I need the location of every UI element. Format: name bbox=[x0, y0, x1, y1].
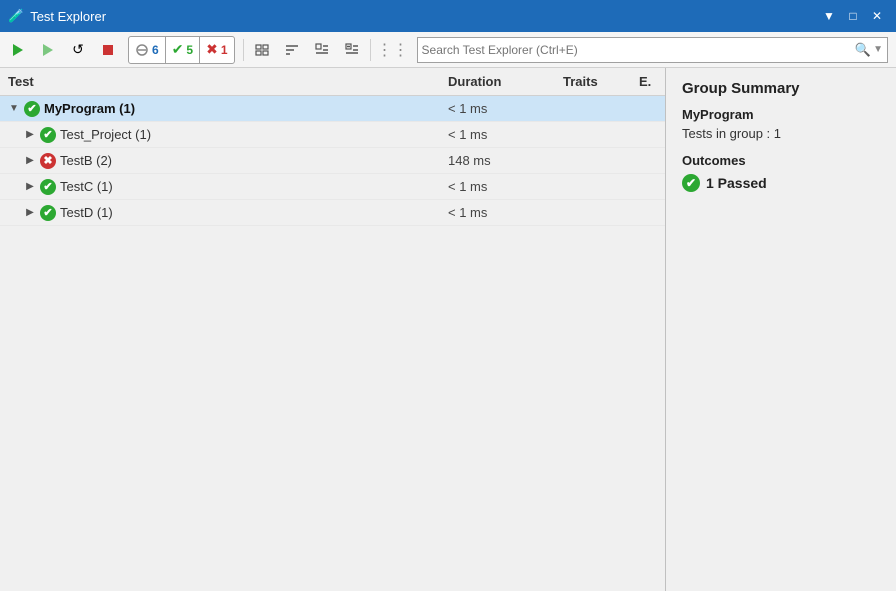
close-button[interactable]: ✕ bbox=[866, 5, 888, 27]
sort-button[interactable] bbox=[278, 36, 306, 64]
row-traits bbox=[555, 133, 635, 137]
title-bar: 🧪 Test Explorer ▼ □ ✕ bbox=[0, 0, 896, 32]
main-area: Test Duration Traits E. ▼ ✔ MyProgram (1… bbox=[0, 68, 896, 591]
expand-arrow[interactable]: ▶ bbox=[24, 129, 36, 141]
row-test-cell: ▶ ✔ TestD (1) bbox=[0, 203, 440, 223]
col-traits-header: Traits bbox=[555, 70, 635, 93]
run-selected-button[interactable] bbox=[34, 36, 62, 64]
col-e-header: E. bbox=[635, 70, 665, 93]
status-icon-pass: ✔ bbox=[40, 179, 56, 195]
test-name: TestC (1) bbox=[60, 179, 113, 194]
row-test-cell: ▶ ✖ TestB (2) bbox=[0, 151, 440, 171]
run-all-button[interactable] bbox=[4, 36, 32, 64]
outcomes-label: Outcomes bbox=[682, 153, 880, 168]
search-icon: 🔍 bbox=[855, 42, 871, 58]
col-duration-header: Duration bbox=[440, 70, 555, 93]
search-dropdown-icon[interactable]: ▼ bbox=[873, 44, 883, 55]
test-name: TestB (2) bbox=[60, 153, 112, 168]
summary-tests: Tests in group : 1 bbox=[682, 126, 880, 141]
row-traits bbox=[555, 107, 635, 111]
summary-program: MyProgram bbox=[682, 107, 880, 122]
row-test-cell: ▶ ✔ TestC (1) bbox=[0, 177, 440, 197]
row-e bbox=[635, 133, 665, 137]
minimize-button[interactable]: ▼ bbox=[818, 5, 840, 27]
pass-filter-button[interactable]: ✔ 5 bbox=[166, 37, 200, 63]
row-e bbox=[635, 185, 665, 189]
status-icon-pass: ✔ bbox=[24, 101, 40, 117]
collapse-button[interactable] bbox=[338, 36, 366, 64]
row-traits bbox=[555, 211, 635, 215]
outcome-passed-label: 1 Passed bbox=[706, 175, 767, 191]
expand-arrow[interactable]: ▼ bbox=[8, 103, 20, 115]
filter-group: 6 ✔ 5 ✖ 1 bbox=[128, 36, 235, 64]
separator-1 bbox=[243, 39, 244, 61]
status-icon-fail: ✖ bbox=[40, 153, 56, 169]
row-test-cell: ▼ ✔ MyProgram (1) bbox=[0, 99, 440, 119]
more-icon: ⋮⋮ bbox=[375, 40, 411, 60]
all-count: 6 bbox=[152, 43, 159, 57]
table-row[interactable]: ▼ ✔ MyProgram (1) < 1 ms bbox=[0, 96, 665, 122]
outcome-item: ✔ 1 Passed bbox=[682, 174, 880, 192]
rerun-button[interactable]: ↺ bbox=[64, 36, 92, 64]
test-header: Test Duration Traits E. bbox=[0, 68, 665, 96]
test-list: ▼ ✔ MyProgram (1) < 1 ms ▶ ✔ Test_Projec… bbox=[0, 96, 665, 591]
group-button[interactable] bbox=[248, 36, 276, 64]
row-test-cell: ▶ ✔ Test_Project (1) bbox=[0, 125, 440, 145]
row-duration: < 1 ms bbox=[440, 125, 555, 144]
expand-arrow[interactable]: ▶ bbox=[24, 155, 36, 167]
title-bar-controls: ▼ □ ✕ bbox=[818, 5, 888, 27]
table-row[interactable]: ▶ ✔ TestD (1) < 1 ms bbox=[0, 200, 665, 226]
row-duration: 148 ms bbox=[440, 151, 555, 170]
row-duration: < 1 ms bbox=[440, 203, 555, 222]
row-duration: < 1 ms bbox=[440, 177, 555, 196]
row-duration: < 1 ms bbox=[440, 99, 555, 118]
title-bar-title: Test Explorer bbox=[30, 9, 106, 24]
table-row[interactable]: ▶ ✔ TestC (1) < 1 ms bbox=[0, 174, 665, 200]
stop-button[interactable] bbox=[94, 36, 122, 64]
col-test-header: Test bbox=[0, 70, 440, 93]
row-traits bbox=[555, 185, 635, 189]
title-bar-left: 🧪 Test Explorer bbox=[8, 8, 106, 24]
toolbar: ↺ 6 ✔ 5 ✖ 1 bbox=[0, 32, 896, 68]
group-summary-title: Group Summary bbox=[682, 80, 880, 97]
status-icon-pass: ✔ bbox=[40, 205, 56, 221]
table-row[interactable]: ▶ ✔ Test_Project (1) < 1 ms bbox=[0, 122, 665, 148]
test-name: Test_Project (1) bbox=[60, 127, 151, 142]
expand-arrow[interactable]: ▶ bbox=[24, 207, 36, 219]
restore-button[interactable]: □ bbox=[842, 5, 864, 27]
table-row[interactable]: ▶ ✖ TestB (2) 148 ms bbox=[0, 148, 665, 174]
status-icon-pass: ✔ bbox=[40, 127, 56, 143]
search-input[interactable] bbox=[422, 43, 855, 57]
expand-arrow[interactable]: ▶ bbox=[24, 181, 36, 193]
test-name: MyProgram (1) bbox=[44, 101, 135, 116]
row-e bbox=[635, 159, 665, 163]
outcome-pass-icon: ✔ bbox=[682, 174, 700, 192]
all-tests-button[interactable]: 6 bbox=[129, 37, 166, 63]
expand-button[interactable] bbox=[308, 36, 336, 64]
fail-count: 1 bbox=[221, 43, 228, 57]
test-name: TestD (1) bbox=[60, 205, 113, 220]
right-panel: Group Summary MyProgram Tests in group :… bbox=[666, 68, 896, 591]
title-bar-icon: 🧪 bbox=[8, 8, 24, 24]
row-e bbox=[635, 211, 665, 215]
search-area[interactable]: 🔍 ▼ bbox=[417, 37, 888, 63]
fail-filter-button[interactable]: ✖ 1 bbox=[200, 37, 233, 63]
row-e bbox=[635, 107, 665, 111]
row-traits bbox=[555, 159, 635, 163]
separator-2 bbox=[370, 39, 371, 61]
pass-count: 5 bbox=[186, 43, 193, 57]
test-panel: Test Duration Traits E. ▼ ✔ MyProgram (1… bbox=[0, 68, 666, 591]
